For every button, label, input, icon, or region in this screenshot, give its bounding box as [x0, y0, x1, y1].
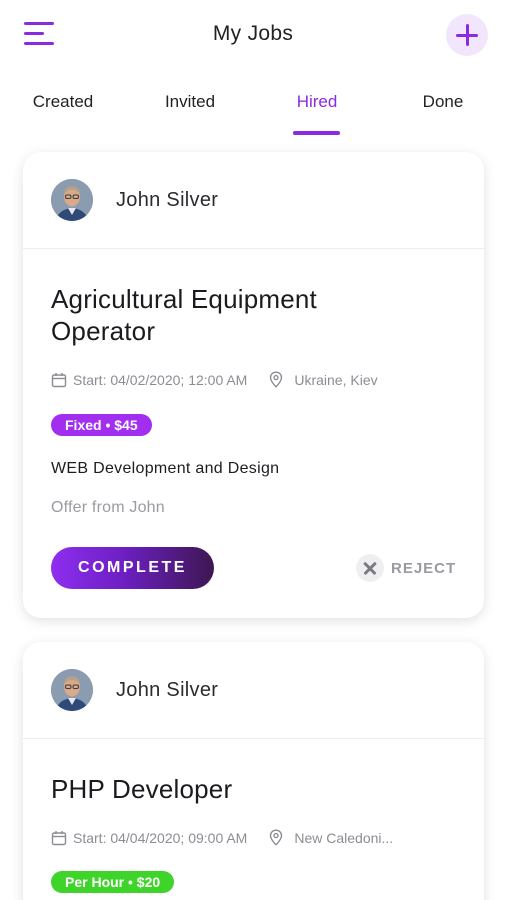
- rate-badge: Fixed • $45: [51, 414, 152, 436]
- location: New Caledoni...: [294, 829, 394, 846]
- reject-label: REJECT: [391, 559, 457, 577]
- offer-from: Offer from John: [51, 499, 165, 516]
- location-pin-icon: [270, 371, 283, 388]
- start-date: Start: 04/04/2020; 09:00 AM: [73, 829, 248, 846]
- job-meta: Start: 04/04/2020; 09:00 AM New Caledoni…: [51, 829, 393, 846]
- job-title-line-1: Agricultural Equipment: [51, 284, 317, 314]
- location-pin-icon: [270, 829, 283, 846]
- tab-hired[interactable]: Hired: [262, 92, 372, 112]
- client-name[interactable]: John Silver: [116, 679, 218, 702]
- job-card[interactable]: John Silver PHP Developer Start: 04/04/2…: [23, 642, 484, 900]
- tab-created[interactable]: Created: [8, 92, 118, 112]
- job-title-line-2: Operator: [51, 316, 156, 346]
- job-category: WEB Development and Design: [51, 460, 280, 477]
- complete-button[interactable]: COMPLETE: [51, 547, 214, 589]
- job-card[interactable]: John Silver Agricultural Equipment Opera…: [23, 152, 484, 618]
- add-job-button[interactable]: [446, 14, 488, 56]
- reject-button[interactable]: REJECT: [356, 554, 456, 582]
- calendar-icon: [51, 372, 67, 387]
- tab-done[interactable]: Done: [388, 92, 498, 112]
- job-card-header: John Silver: [23, 642, 484, 739]
- job-title-line-1: PHP Developer: [51, 774, 233, 804]
- page-title: My Jobs: [212, 22, 294, 45]
- job-title[interactable]: PHP Developer: [51, 773, 232, 805]
- avatar[interactable]: [51, 669, 93, 711]
- job-meta: Start: 04/02/2020; 12:00 AM Ukraine, Kie…: [51, 371, 378, 388]
- avatar[interactable]: [51, 179, 93, 221]
- location: Ukraine, Kiev: [294, 371, 378, 388]
- job-title[interactable]: Agricultural Equipment Operator: [51, 283, 317, 347]
- active-tab-indicator: [293, 131, 340, 135]
- jobs-tabs: Created Invited Hired Done: [0, 88, 506, 138]
- calendar-icon: [51, 830, 67, 845]
- start-date: Start: 04/02/2020; 12:00 AM: [73, 371, 248, 388]
- job-card-header: John Silver: [23, 152, 484, 249]
- app-header: My Jobs: [0, 0, 506, 72]
- rate-badge: Per Hour • $20: [51, 871, 175, 893]
- close-icon: [356, 554, 384, 582]
- tab-invited[interactable]: Invited: [135, 92, 245, 112]
- client-name[interactable]: John Silver: [116, 189, 218, 212]
